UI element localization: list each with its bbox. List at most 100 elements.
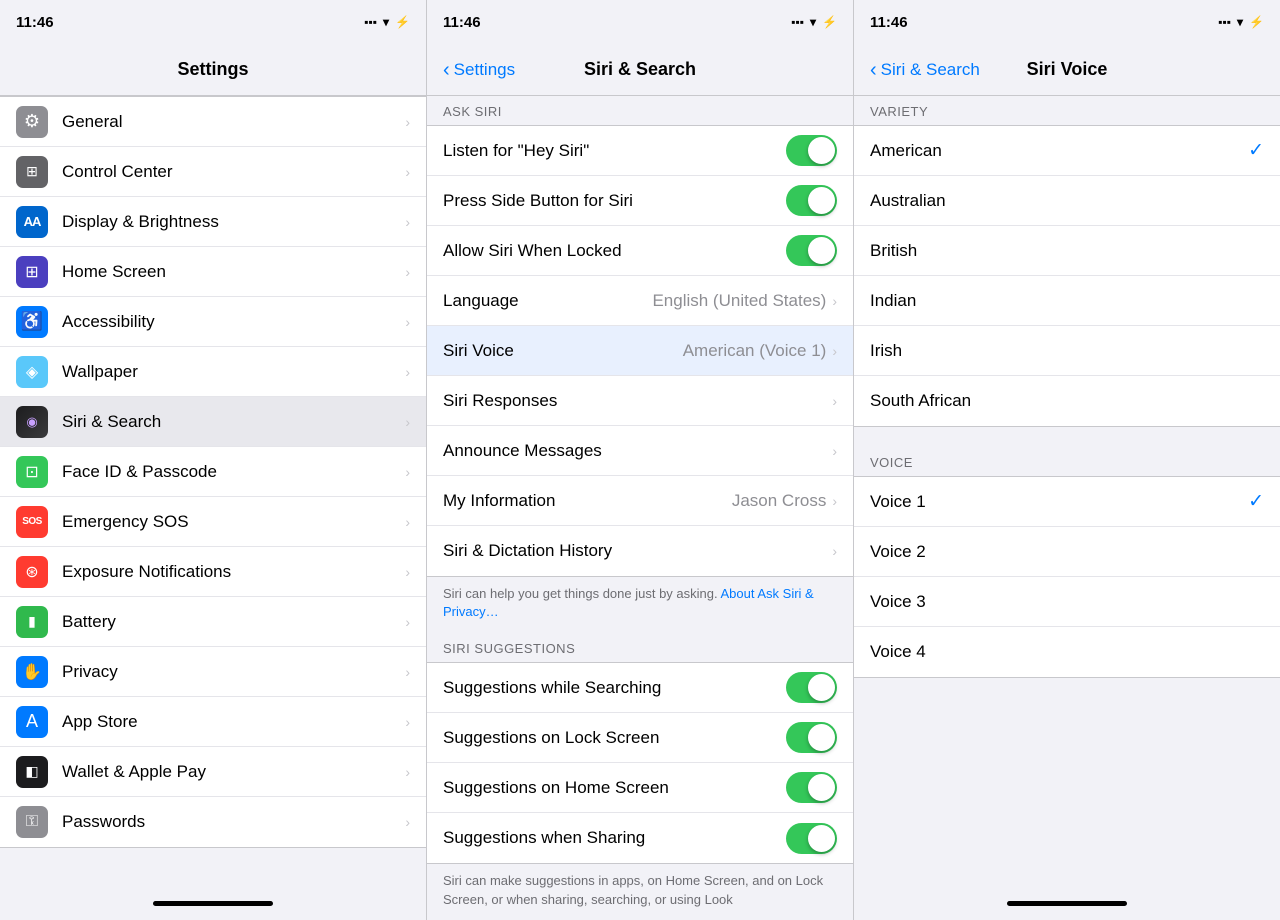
app-store-label: App Store xyxy=(62,712,405,732)
sidebar-item-privacy[interactable]: ✋ Privacy › xyxy=(0,647,426,697)
sidebar-item-emergency-sos[interactable]: SOS Emergency SOS › xyxy=(0,497,426,547)
settings-group-main: ⚙ General › ⊞ Control Center › AA Displa… xyxy=(0,96,426,848)
passwords-label: Passwords xyxy=(62,812,405,832)
suggestions-sharing-label: Suggestions when Sharing xyxy=(443,828,786,848)
accessibility-chevron: › xyxy=(405,314,410,330)
voice-3[interactable]: Voice 3 xyxy=(854,577,1280,627)
variety-british[interactable]: British xyxy=(854,226,1280,276)
wifi-icon: ▾ xyxy=(383,15,389,29)
panel3-footer xyxy=(854,886,1280,920)
voice-4[interactable]: Voice 4 xyxy=(854,627,1280,677)
my-information-value: Jason Cross xyxy=(732,491,826,511)
hey-siri-toggle[interactable] xyxy=(786,135,837,166)
battery-chevron: › xyxy=(405,614,410,630)
siri-suggestions-group: Suggestions while Searching Suggestions … xyxy=(427,662,853,864)
allow-locked-label: Allow Siri When Locked xyxy=(443,241,786,261)
siri-nav-bar: ‹ Settings Siri & Search xyxy=(427,44,853,96)
home-screen-label: Home Screen xyxy=(62,262,405,282)
wallet-icon: ◧ xyxy=(16,756,48,788)
variety-american[interactable]: American ✓ xyxy=(854,126,1280,176)
app-store-icon: A xyxy=(16,706,48,738)
suggestions-searching-label: Suggestions while Searching xyxy=(443,678,786,698)
voice-2[interactable]: Voice 2 xyxy=(854,527,1280,577)
display-label: Display & Brightness xyxy=(62,212,405,232)
announce-messages-row[interactable]: Announce Messages › xyxy=(427,426,853,476)
variety-australian[interactable]: Australian xyxy=(854,176,1280,226)
emergency-sos-icon: SOS xyxy=(16,506,48,538)
home-screen-chevron: › xyxy=(405,264,410,280)
variety-irish[interactable]: Irish xyxy=(854,326,1280,376)
my-information-chevron: › xyxy=(832,493,837,509)
settings-panel: 11:46 ▪▪▪ ▾ ⚡ Settings ⚙ General › ⊞ Con… xyxy=(0,0,427,920)
voice-1[interactable]: Voice 1 ✓ xyxy=(854,477,1280,527)
variety-indian[interactable]: Indian xyxy=(854,276,1280,326)
sidebar-item-general[interactable]: ⚙ General › xyxy=(0,97,426,147)
ask-siri-link[interactable]: About Ask Siri & Privacy… xyxy=(443,586,814,619)
privacy-label: Privacy xyxy=(62,662,405,682)
suggestions-searching-toggle[interactable] xyxy=(786,672,837,703)
siri-voice-label: Siri Voice xyxy=(443,341,683,361)
language-value: English (United States) xyxy=(652,291,826,311)
siri-search-panel: 11:46 ▪▪▪ ▾ ⚡ ‹ Settings Siri & Search A… xyxy=(427,0,854,920)
siri-back-button[interactable]: ‹ Settings xyxy=(443,60,515,80)
variety-south-african[interactable]: South African xyxy=(854,376,1280,426)
sidebar-item-home-screen[interactable]: ⊞ Home Screen › xyxy=(0,247,426,297)
suggestions-searching-row[interactable]: Suggestions while Searching xyxy=(427,663,853,713)
general-chevron: › xyxy=(405,114,410,130)
signal-icon-2: ▪▪▪ xyxy=(791,15,804,29)
suggestions-lock-toggle[interactable] xyxy=(786,722,837,753)
emergency-sos-chevron: › xyxy=(405,514,410,530)
my-information-label: My Information xyxy=(443,491,732,511)
time-3: 11:46 xyxy=(870,14,908,31)
suggestions-lock-row[interactable]: Suggestions on Lock Screen xyxy=(427,713,853,763)
sidebar-item-wallpaper[interactable]: ◈ Wallpaper › xyxy=(0,347,426,397)
battery-icon: ⚡ xyxy=(395,15,410,29)
voice-header: VOICE xyxy=(854,447,1280,476)
ask-siri-note: Siri can help you get things done just b… xyxy=(427,577,853,633)
sidebar-item-control-center[interactable]: ⊞ Control Center › xyxy=(0,147,426,197)
suggestions-sharing-row[interactable]: Suggestions when Sharing xyxy=(427,813,853,863)
sidebar-item-wallet[interactable]: ◧ Wallet & Apple Pay › xyxy=(0,747,426,797)
siri-voice-back-button[interactable]: ‹ Siri & Search xyxy=(870,60,980,80)
wallpaper-icon: ◈ xyxy=(16,356,48,388)
time-1: 11:46 xyxy=(16,14,54,31)
face-id-icon: ⊡ xyxy=(16,456,48,488)
siri-voice-list: VARIETY American ✓ Australian British In… xyxy=(854,96,1280,886)
side-button-row[interactable]: Press Side Button for Siri xyxy=(427,176,853,226)
siri-responses-row[interactable]: Siri Responses › xyxy=(427,376,853,426)
language-row[interactable]: Language English (United States) › xyxy=(427,276,853,326)
hey-siri-row[interactable]: Listen for "Hey Siri" xyxy=(427,126,853,176)
my-information-row[interactable]: My Information Jason Cross › xyxy=(427,476,853,526)
suggestions-home-row[interactable]: Suggestions on Home Screen xyxy=(427,763,853,813)
suggestions-home-label: Suggestions on Home Screen xyxy=(443,778,786,798)
sidebar-item-app-store[interactable]: A App Store › xyxy=(0,697,426,747)
siri-voice-row[interactable]: Siri Voice American (Voice 1) › xyxy=(427,326,853,376)
allow-locked-toggle[interactable] xyxy=(786,235,837,266)
ask-siri-group: Listen for "Hey Siri" Press Side Button … xyxy=(427,125,853,577)
suggestions-home-toggle[interactable] xyxy=(786,772,837,803)
australian-label: Australian xyxy=(870,191,1264,211)
display-icon: AA xyxy=(16,206,48,238)
sidebar-item-siri[interactable]: ◉ Siri & Search › xyxy=(0,397,426,447)
control-center-icon: ⊞ xyxy=(16,156,48,188)
sidebar-item-accessibility[interactable]: ♿ Accessibility › xyxy=(0,297,426,347)
exposure-icon: ⊛ xyxy=(16,556,48,588)
suggestions-sharing-toggle[interactable] xyxy=(786,823,837,854)
exposure-label: Exposure Notifications xyxy=(62,562,405,582)
passwords-icon: ⚿ xyxy=(16,806,48,838)
sidebar-item-exposure[interactable]: ⊛ Exposure Notifications › xyxy=(0,547,426,597)
sidebar-item-passwords[interactable]: ⚿ Passwords › xyxy=(0,797,426,847)
back-arrow-icon-3: ‹ xyxy=(870,60,877,80)
sidebar-item-battery[interactable]: ▮ Battery › xyxy=(0,597,426,647)
dictation-history-row[interactable]: Siri & Dictation History › xyxy=(427,526,853,576)
side-button-toggle[interactable] xyxy=(786,185,837,216)
wallet-label: Wallet & Apple Pay xyxy=(62,762,405,782)
settings-list: ⚙ General › ⊞ Control Center › AA Displa… xyxy=(0,96,426,886)
back-label-2: Settings xyxy=(454,60,515,80)
sidebar-item-display[interactable]: AA Display & Brightness › xyxy=(0,197,426,247)
wallet-chevron: › xyxy=(405,764,410,780)
sidebar-item-face-id[interactable]: ⊡ Face ID & Passcode › xyxy=(0,447,426,497)
language-chevron: › xyxy=(832,293,837,309)
battery-row-icon: ▮ xyxy=(16,606,48,638)
allow-locked-row[interactable]: Allow Siri When Locked xyxy=(427,226,853,276)
